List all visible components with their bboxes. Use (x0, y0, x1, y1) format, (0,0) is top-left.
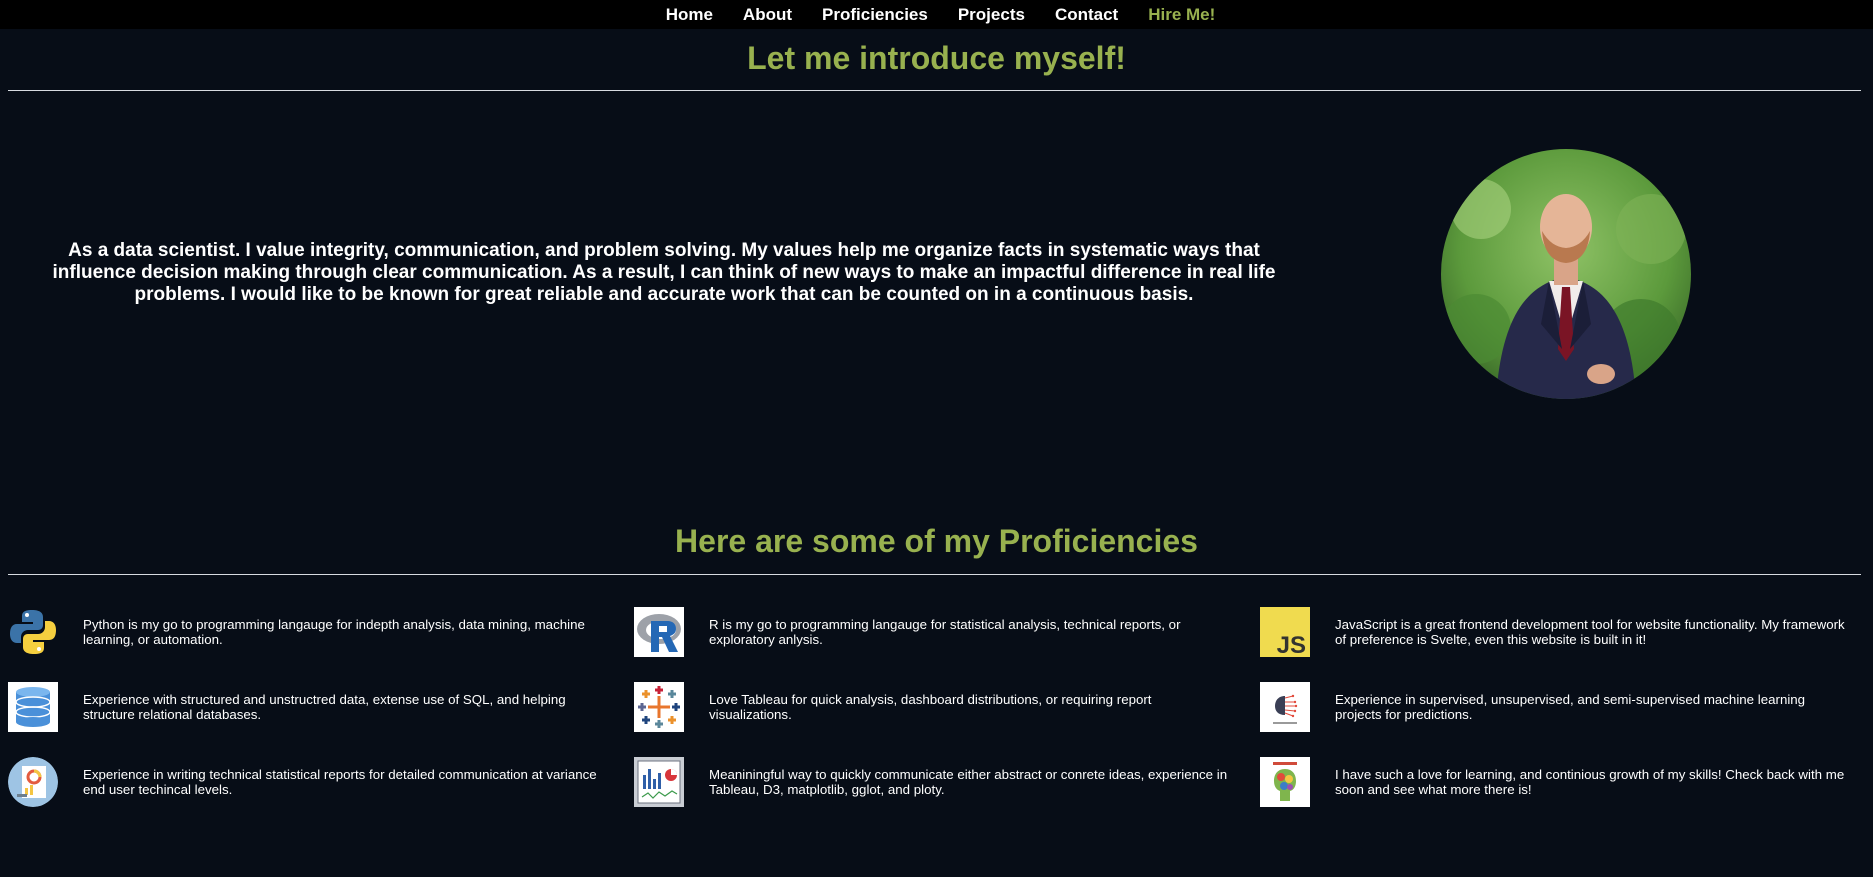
python-icon (8, 607, 58, 657)
nav-proficiencies-link[interactable]: Proficiencies (807, 5, 943, 25)
about-divider (8, 90, 1861, 91)
svg-text:JS: JS (1277, 632, 1306, 657)
proficiency-report: Experience in writing technical statisti… (8, 757, 634, 832)
proficiencies-title: Here are some of my Proficiencies (675, 523, 1198, 559)
tableau-icon (634, 682, 684, 732)
report-icon (8, 757, 58, 807)
proficiencies-grid: Python is my go to programming langauge … (8, 607, 1861, 832)
proficiency-machine-learning: Experience in supervised, unsupervised, … (1260, 682, 1861, 757)
proficiency-r: R is my go to programming langauge for s… (634, 607, 1260, 682)
about-text: As a data scientist. I value integrity, … (52, 240, 1276, 305)
navbar: Home About Proficiencies Projects Contac… (0, 0, 1873, 29)
proficiency-visualization: Meaniningful way to quickly communicate … (634, 757, 1260, 832)
proficiency-text: JavaScript is a great frontend developme… (1335, 617, 1845, 647)
proficiency-python: Python is my go to programming langauge … (8, 607, 634, 682)
proficiency-database: Experience with structured and unstructr… (8, 682, 634, 757)
proficiency-tableau: Love Tableau for quick analysis, dashboa… (634, 682, 1260, 757)
profile-photo (1441, 149, 1691, 399)
proficiency-continuous-learning: I have such a love for learning, and con… (1260, 757, 1861, 832)
nav-contact-link[interactable]: Contact (1040, 5, 1133, 25)
continuous-learning-icon (1260, 757, 1310, 807)
proficiency-text: R is my go to programming langauge for s… (709, 617, 1181, 647)
proficiency-javascript: JS JavaScript is a great frontend develo… (1260, 607, 1861, 682)
javascript-icon: JS (1260, 607, 1310, 657)
proficiency-text: Love Tableau for quick analysis, dashboa… (709, 692, 1152, 722)
proficiency-text: I have such a love for learning, and con… (1335, 767, 1845, 797)
nav-about-link[interactable]: About (728, 5, 807, 25)
proficiency-text: Meaniningful way to quickly communicate … (709, 767, 1228, 797)
proficiency-text: Experience in writing technical statisti… (83, 767, 597, 797)
nav-links: Home About Proficiencies Projects Contac… (651, 5, 1231, 25)
machine-learning-icon (1260, 682, 1310, 732)
about-title: Let me introduce myself! (747, 40, 1126, 76)
nav-projects-link[interactable]: Projects (943, 5, 1040, 25)
proficiencies-divider (8, 574, 1861, 575)
r-language-icon (634, 607, 684, 657)
nav-hire-me-link[interactable]: Hire Me! (1133, 5, 1230, 25)
database-icon (8, 682, 58, 732)
nav-home-link[interactable]: Home (651, 5, 728, 25)
proficiency-text: Experience with structured and unstructr… (83, 692, 566, 722)
proficiency-text: Experience in supervised, unsupervised, … (1335, 692, 1806, 722)
visualization-icon (634, 757, 684, 807)
proficiency-text: Python is my go to programming langauge … (83, 617, 585, 647)
